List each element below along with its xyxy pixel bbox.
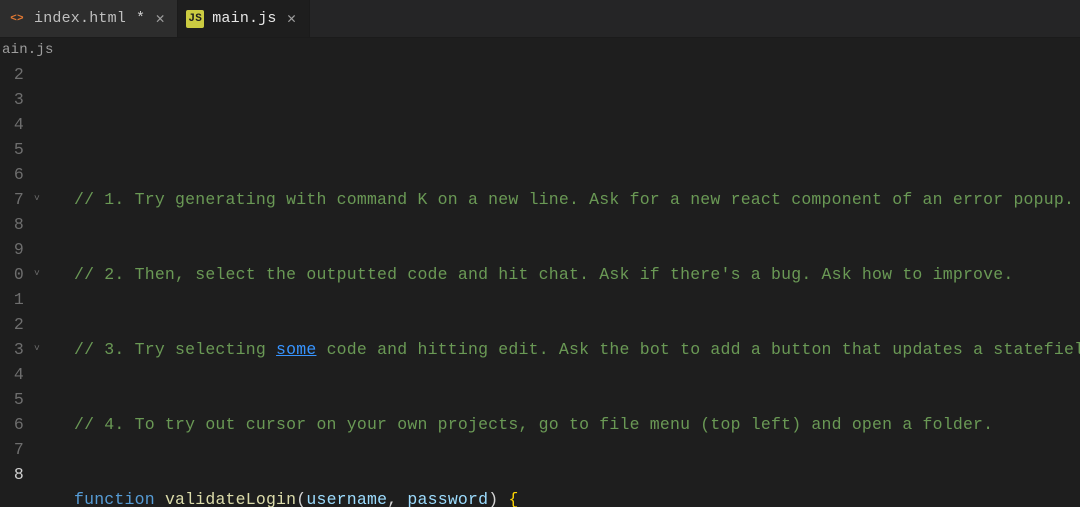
- line-number: 9: [0, 237, 24, 262]
- line-number: 8: [0, 212, 24, 237]
- fold-marker: [28, 437, 46, 462]
- line-number: 6: [0, 162, 24, 187]
- fold-marker: [28, 62, 46, 87]
- js-file-icon: JS: [186, 10, 204, 28]
- fold-marker: [28, 112, 46, 137]
- tab-dirty-indicator: *: [134, 10, 145, 27]
- line-number: 2: [0, 62, 24, 87]
- code-line: // 2. Then, select the outputted code an…: [74, 262, 1080, 287]
- fold-marker: [28, 462, 46, 487]
- line-number: 7: [0, 187, 24, 212]
- fold-marker: [28, 87, 46, 112]
- tab-index-html[interactable]: <> index.html * ✕: [0, 0, 178, 37]
- link-some[interactable]: some: [276, 340, 316, 359]
- fold-marker: [28, 362, 46, 387]
- line-number: 5: [0, 137, 24, 162]
- line-number-gutter: 23456789012345678: [0, 62, 28, 507]
- breadcrumb[interactable]: ain.js: [0, 38, 1080, 62]
- code-line: [74, 112, 1080, 137]
- line-number: 8: [0, 462, 24, 487]
- code-line: // 3. Try selecting some code and hittin…: [74, 337, 1080, 362]
- tab-label: index.html: [34, 10, 126, 27]
- line-number: 3: [0, 337, 24, 362]
- fold-marker: [28, 212, 46, 237]
- line-number: 4: [0, 112, 24, 137]
- line-number: 0: [0, 262, 24, 287]
- fold-marker[interactable]: ˅: [28, 262, 46, 287]
- code-area[interactable]: // 1. Try generating with command K on a…: [46, 62, 1080, 507]
- fold-marker: [28, 412, 46, 437]
- line-number: 3: [0, 87, 24, 112]
- line-number: 2: [0, 312, 24, 337]
- tab-label: main.js: [212, 10, 276, 27]
- fold-marker: [28, 237, 46, 262]
- line-number: 1: [0, 287, 24, 312]
- fold-marker: [28, 312, 46, 337]
- line-number: 4: [0, 362, 24, 387]
- close-icon[interactable]: ✕: [285, 9, 299, 28]
- breadcrumb-file: ain.js: [2, 42, 54, 58]
- fold-marker: [28, 387, 46, 412]
- html-file-icon: <>: [8, 10, 26, 28]
- code-editor[interactable]: 23456789012345678 ˅˅˅ // 1. Try generati…: [0, 62, 1080, 507]
- tab-bar: <> index.html * ✕ JS main.js ✕: [0, 0, 1080, 38]
- fold-marker: [28, 137, 46, 162]
- fold-gutter[interactable]: ˅ ˅ ˅: [28, 62, 46, 507]
- fold-marker: [28, 162, 46, 187]
- line-number: 6: [0, 412, 24, 437]
- code-line: function validateLogin(username, passwor…: [74, 487, 1080, 507]
- code-line: // 1. Try generating with command K on a…: [74, 187, 1080, 212]
- line-number: 7: [0, 437, 24, 462]
- fold-marker: [28, 287, 46, 312]
- fold-marker[interactable]: ˅: [28, 187, 46, 212]
- fold-marker[interactable]: ˅: [28, 337, 46, 362]
- line-number: 5: [0, 387, 24, 412]
- tab-main-js[interactable]: JS main.js ✕: [178, 0, 309, 37]
- code-line: // 4. To try out cursor on your own proj…: [74, 412, 1080, 437]
- close-icon[interactable]: ✕: [153, 9, 167, 28]
